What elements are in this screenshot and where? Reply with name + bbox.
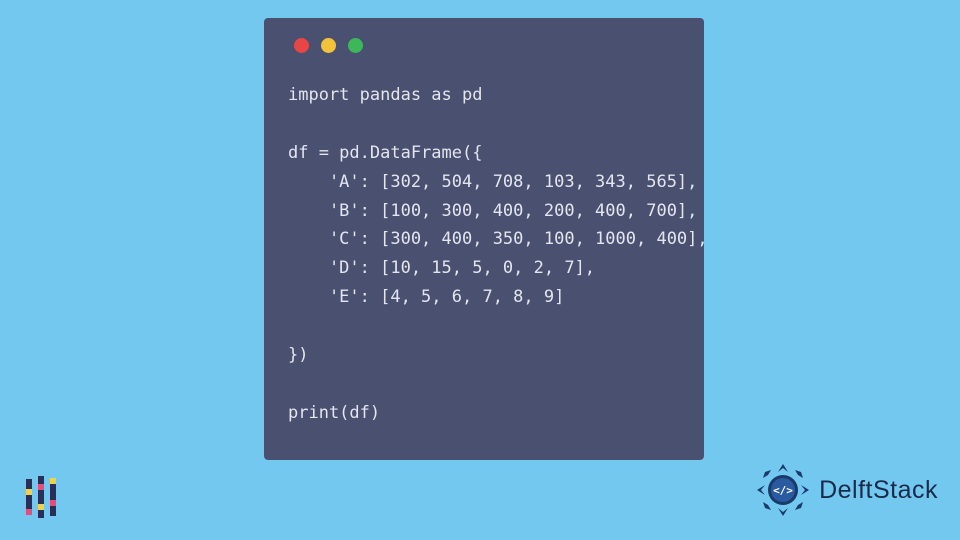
close-icon (294, 38, 309, 53)
maximize-icon (348, 38, 363, 53)
window-titlebar (288, 38, 680, 53)
code-window: import pandas as pd df = pd.DataFrame({ … (264, 18, 704, 460)
left-logo-icon (26, 478, 56, 516)
brand-ornament-icon: </> (755, 462, 811, 518)
brand-logo: </> DelftStack (755, 462, 938, 518)
code-content: import pandas as pd df = pd.DataFrame({ … (288, 81, 680, 428)
svg-text:</>: </> (773, 484, 793, 497)
minimize-icon (321, 38, 336, 53)
brand-name: DelftStack (819, 476, 938, 505)
